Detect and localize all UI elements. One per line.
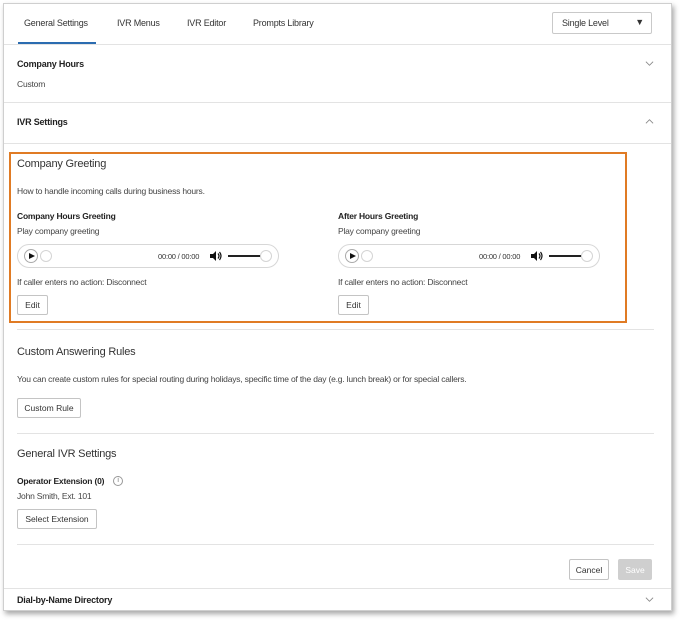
volume-slider-handle[interactable] — [260, 250, 272, 262]
volume-icon[interactable] — [209, 250, 223, 262]
chevron-down-icon[interactable] — [645, 595, 654, 604]
divider — [4, 143, 671, 144]
hours-greeting-title: Company Hours Greeting — [17, 211, 116, 221]
play-icon[interactable] — [345, 249, 359, 263]
volume-icon[interactable] — [530, 250, 544, 262]
after-hours-greeting-no-action: If caller enters no action: Disconnect — [338, 277, 468, 287]
tab-bar: General Settings IVR Menus IVR Editor Pr… — [4, 4, 671, 45]
after-hours-greeting-audio-player: 00:00 / 00:00 — [338, 244, 600, 268]
play-icon[interactable] — [24, 249, 38, 263]
level-select[interactable]: Single Level ▼ — [552, 12, 652, 34]
tab-ivr-menus[interactable]: IVR Menus — [117, 18, 160, 28]
ivr-settings-title: IVR Settings — [17, 117, 68, 127]
divider — [4, 588, 671, 589]
seek-slider[interactable] — [361, 250, 373, 262]
level-select-value: Single Level — [562, 18, 609, 28]
ivr-settings-header[interactable]: IVR Settings — [4, 103, 671, 143]
select-extension-button[interactable]: Select Extension — [17, 509, 97, 529]
operator-extension-value: John Smith, Ext. 101 — [17, 491, 92, 501]
divider — [17, 329, 654, 330]
custom-rules-description: You can create custom rules for special … — [17, 374, 467, 384]
hours-greeting-no-action: If caller enters no action: Disconnect — [17, 277, 147, 287]
divider — [17, 433, 654, 434]
custom-rules-title: Custom Answering Rules — [17, 346, 136, 358]
company-greeting-description: How to handle incoming calls during busi… — [17, 186, 205, 196]
volume-slider[interactable] — [228, 255, 262, 257]
chevron-down-icon[interactable] — [645, 59, 654, 68]
cancel-button[interactable]: Cancel — [569, 559, 609, 580]
volume-slider-handle[interactable] — [581, 250, 593, 262]
audio-time: 00:00 / 00:00 — [479, 252, 521, 261]
dial-by-name-title: Dial-by-Name Directory — [17, 595, 113, 605]
operator-extension-label: Operator Extension (0) — [17, 476, 105, 486]
hours-greeting-audio-player: 00:00 / 00:00 — [17, 244, 279, 268]
after-hours-greeting-edit-button[interactable]: Edit — [338, 295, 369, 315]
company-hours-title: Company Hours — [17, 59, 84, 69]
seek-slider[interactable] — [40, 250, 52, 262]
ivr-settings-window: General Settings IVR Menus IVR Editor Pr… — [3, 3, 672, 611]
general-ivr-title: General IVR Settings — [17, 448, 117, 460]
company-greeting-highlight — [9, 152, 627, 323]
tab-ivr-editor[interactable]: IVR Editor — [187, 18, 226, 28]
hours-greeting-edit-button[interactable]: Edit — [17, 295, 48, 315]
save-button[interactable]: Save — [618, 559, 652, 580]
tab-prompts-library[interactable]: Prompts Library — [253, 18, 314, 28]
after-hours-greeting-subtitle: Play company greeting — [338, 226, 421, 236]
volume-slider[interactable] — [549, 255, 583, 257]
chevron-up-icon[interactable] — [645, 117, 654, 126]
info-icon[interactable]: i — [113, 476, 123, 486]
hours-greeting-subtitle: Play company greeting — [17, 226, 100, 236]
active-tab-indicator — [18, 42, 96, 44]
caret-down-icon: ▼ — [635, 17, 644, 27]
after-hours-greeting-title: After Hours Greeting — [338, 211, 419, 221]
tab-general-settings[interactable]: General Settings — [24, 18, 88, 28]
company-hours-value: Custom — [17, 79, 46, 89]
company-greeting-title: Company Greeting — [17, 158, 107, 170]
company-hours-section[interactable]: Company Hours Custom — [4, 45, 671, 103]
audio-time: 00:00 / 00:00 — [158, 252, 200, 261]
divider — [17, 544, 654, 545]
custom-rule-button[interactable]: Custom Rule — [17, 398, 81, 418]
